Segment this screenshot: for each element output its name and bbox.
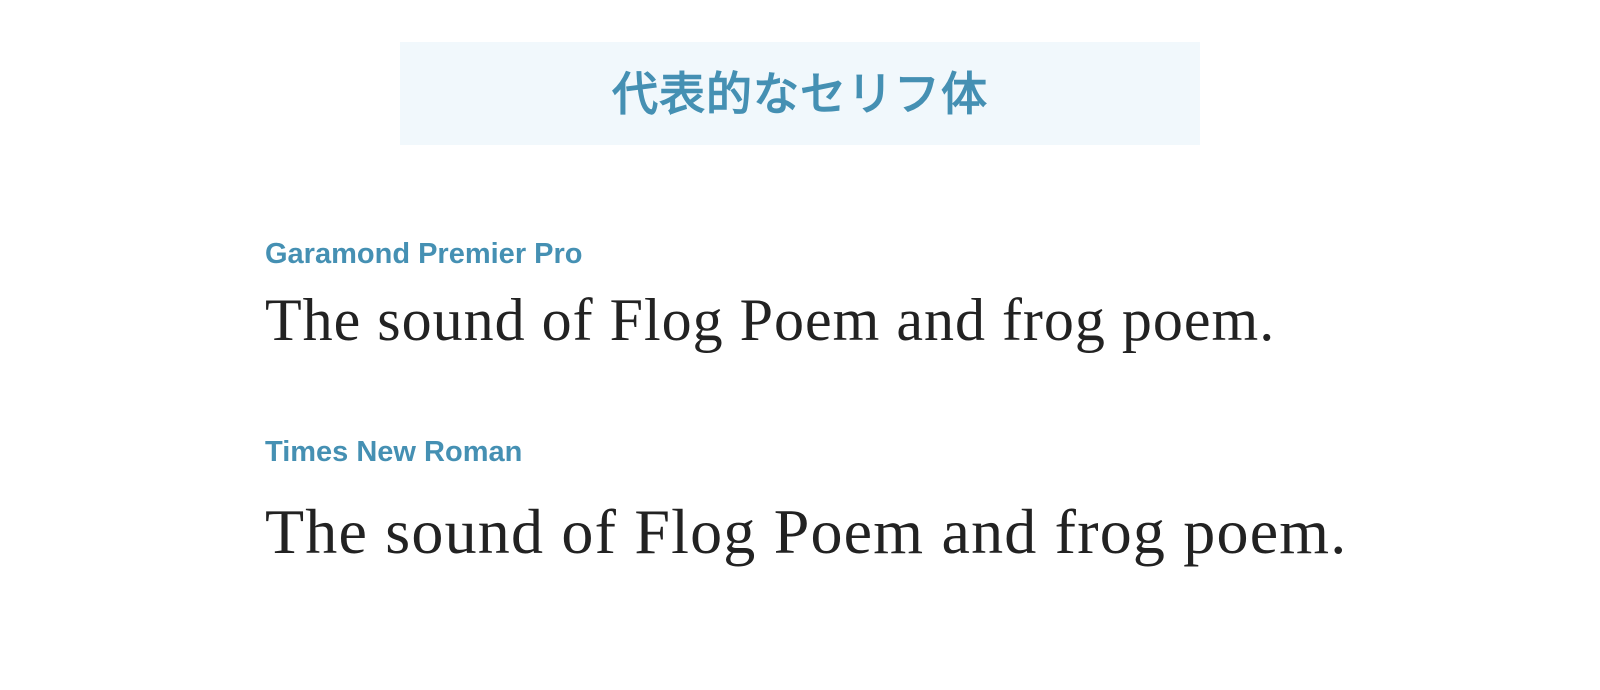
font-name-label: Times New Roman xyxy=(265,436,523,468)
title-banner: 代表的なセリフ体 xyxy=(400,42,1200,145)
font-name-label: Garamond Premier Pro xyxy=(265,238,583,270)
page-title: 代表的なセリフ体 xyxy=(612,66,988,121)
font-sample-text: The sound of Flog Poem and frog poem. xyxy=(265,287,1276,353)
font-sample-text: The sound of Flog Poem and frog poem. xyxy=(265,496,1348,567)
